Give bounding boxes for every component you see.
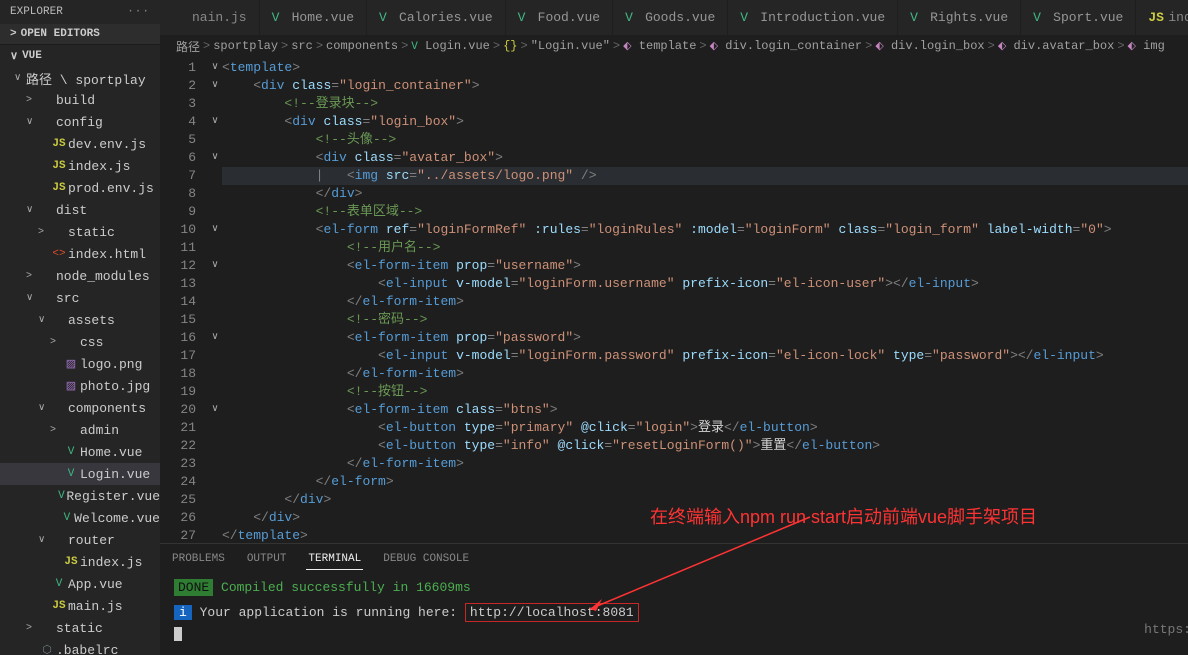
explorer-header: EXPLORER ··· — [0, 0, 160, 24]
editor-tab[interactable]: JSindex.js ...\router — [1136, 0, 1188, 35]
tree-item[interactable]: ▨photo.jpg — [0, 375, 160, 397]
breadcrumb-segment[interactable]: "Login.vue" — [531, 39, 610, 53]
tree-item[interactable]: <>index.html — [0, 243, 160, 265]
tree-item[interactable]: JSdev.env.js — [0, 133, 160, 155]
tree-item[interactable]: JSmain.js — [0, 595, 160, 617]
tree-item[interactable]: >css — [0, 331, 160, 353]
tree-item[interactable]: ∨src — [0, 287, 160, 309]
breadcrumb-segment[interactable]: 路径 — [176, 38, 200, 55]
tree-item[interactable]: ∨dist — [0, 199, 160, 221]
tree-item[interactable]: ⬡.babelrc — [0, 639, 160, 655]
tab-debug-console[interactable]: DEBUG CONSOLE — [381, 549, 471, 569]
editor-tab[interactable]: VRights.vue — [898, 0, 1021, 35]
editor: 1234567891011121314151617181920212223242… — [160, 57, 1188, 543]
breadcrumb-segment[interactable]: ⬖ div.login_container — [710, 39, 863, 53]
tree-item[interactable]: JSprod.env.js — [0, 177, 160, 199]
tree-item[interactable]: >node_modules — [0, 265, 160, 287]
breadcrumb-segment[interactable]: components — [326, 39, 398, 53]
tree-item[interactable]: VHome.vue — [0, 441, 160, 463]
breadcrumb-segment[interactable]: ⬖ div.login_box — [875, 39, 984, 53]
tree-item[interactable]: VRegister.vue — [0, 485, 160, 507]
project-root[interactable]: ∨路径 \ sportplay — [0, 67, 160, 89]
terminal-panel: PROBLEMS OUTPUT TERMINAL DEBUG CONSOLE 2… — [160, 543, 1188, 655]
tree-item[interactable]: ∨router — [0, 529, 160, 551]
open-editors-section[interactable]: > OPEN EDITORS — [0, 24, 160, 44]
tree-item[interactable]: ∨config — [0, 111, 160, 133]
info-icon: i — [174, 605, 192, 620]
more-icon[interactable]: ··· — [127, 6, 150, 18]
chevron-down-icon: ∨ — [10, 49, 18, 63]
done-badge: DONE — [174, 579, 213, 596]
editor-tab[interactable]: VGoods.vue — [613, 0, 728, 35]
chevron-right-icon: > — [10, 28, 17, 40]
running-msg: Your application is running here: — [200, 605, 457, 620]
explorer-title: EXPLORER — [10, 6, 63, 18]
editor-tab[interactable]: VSport.vue — [1021, 0, 1136, 35]
tab-terminal[interactable]: TERMINAL — [306, 549, 363, 570]
tree-item[interactable]: ∨assets — [0, 309, 160, 331]
tree-item[interactable]: VWelcome.vue — [0, 507, 160, 529]
editor-tabs: nain.jsVHome.vueVCalories.vueVFood.vueVG… — [160, 0, 1188, 35]
breadcrumb-segment[interactable]: V Login.vue — [411, 39, 490, 53]
tree-item[interactable]: >build — [0, 89, 160, 111]
breadcrumb-segment[interactable]: sportplay — [213, 39, 278, 53]
tree-item[interactable]: ▨logo.png — [0, 353, 160, 375]
editor-tab[interactable]: VIntroduction.vue — [728, 0, 898, 35]
tree-item[interactable]: >static — [0, 617, 160, 639]
terminal-output[interactable]: DONE Compiled successfully in 16609ms i … — [160, 574, 1188, 655]
breadcrumb-segment[interactable]: ⬖ div.avatar_box — [998, 39, 1115, 53]
watermark-url: https://blog.csdn.net/q — [1144, 622, 1188, 637]
app-root: EXPLORER ··· > OPEN EDITORS ∨ VUE ∨路径 \ … — [0, 0, 1188, 655]
annotation-text: 在终端输入npm run start启动前端vue脚手架项目 — [650, 503, 1037, 529]
sidebar: EXPLORER ··· > OPEN EDITORS ∨ VUE ∨路径 \ … — [0, 0, 160, 655]
terminal-cursor — [174, 627, 182, 641]
breadcrumb-segment[interactable]: ⬖ template — [623, 39, 696, 53]
breadcrumb-segment[interactable]: src — [291, 39, 313, 53]
line-numbers: 1234567891011121314151617181920212223242… — [160, 57, 208, 543]
tab-output[interactable]: OUTPUT — [245, 549, 289, 569]
terminal-tabs: PROBLEMS OUTPUT TERMINAL DEBUG CONSOLE 2… — [160, 544, 1188, 574]
tree-item[interactable]: ∨components — [0, 397, 160, 419]
tab-problems[interactable]: PROBLEMS — [170, 549, 227, 569]
tree-item[interactable]: JSindex.js — [0, 551, 160, 573]
breadcrumb: 路径>sportplay>src>components>V Login.vue>… — [160, 35, 1188, 57]
tree-item[interactable]: >admin — [0, 419, 160, 441]
editor-tab[interactable]: VCalories.vue — [367, 0, 506, 35]
breadcrumb-segment[interactable]: {} — [503, 39, 517, 53]
editor-tab[interactable]: nain.js — [160, 0, 260, 35]
editor-tab[interactable]: VHome.vue — [260, 0, 367, 35]
tree-item[interactable]: VApp.vue — [0, 573, 160, 595]
main-area: nain.jsVHome.vueVCalories.vueVFood.vueVG… — [160, 0, 1188, 655]
app-url: http://localhost:8081 — [465, 603, 639, 622]
project-section-header[interactable]: ∨ VUE — [0, 44, 160, 67]
breadcrumb-segment[interactable]: ⬖ img — [1128, 39, 1165, 53]
tree-item[interactable]: JSindex.js — [0, 155, 160, 177]
editor-tab[interactable]: VFood.vue — [506, 0, 613, 35]
tree-item[interactable]: VLogin.vue — [0, 463, 160, 485]
file-tree: >build∨configJSdev.env.jsJSindex.jsJSpro… — [0, 89, 160, 655]
fold-column: ∨∨∨∨∨∨∨∨ — [208, 57, 222, 543]
tree-item[interactable]: >static — [0, 221, 160, 243]
compiled-msg: Compiled successfully in 16609ms — [221, 580, 471, 595]
code-area[interactable]: <template> <div class="login_container">… — [222, 57, 1188, 543]
